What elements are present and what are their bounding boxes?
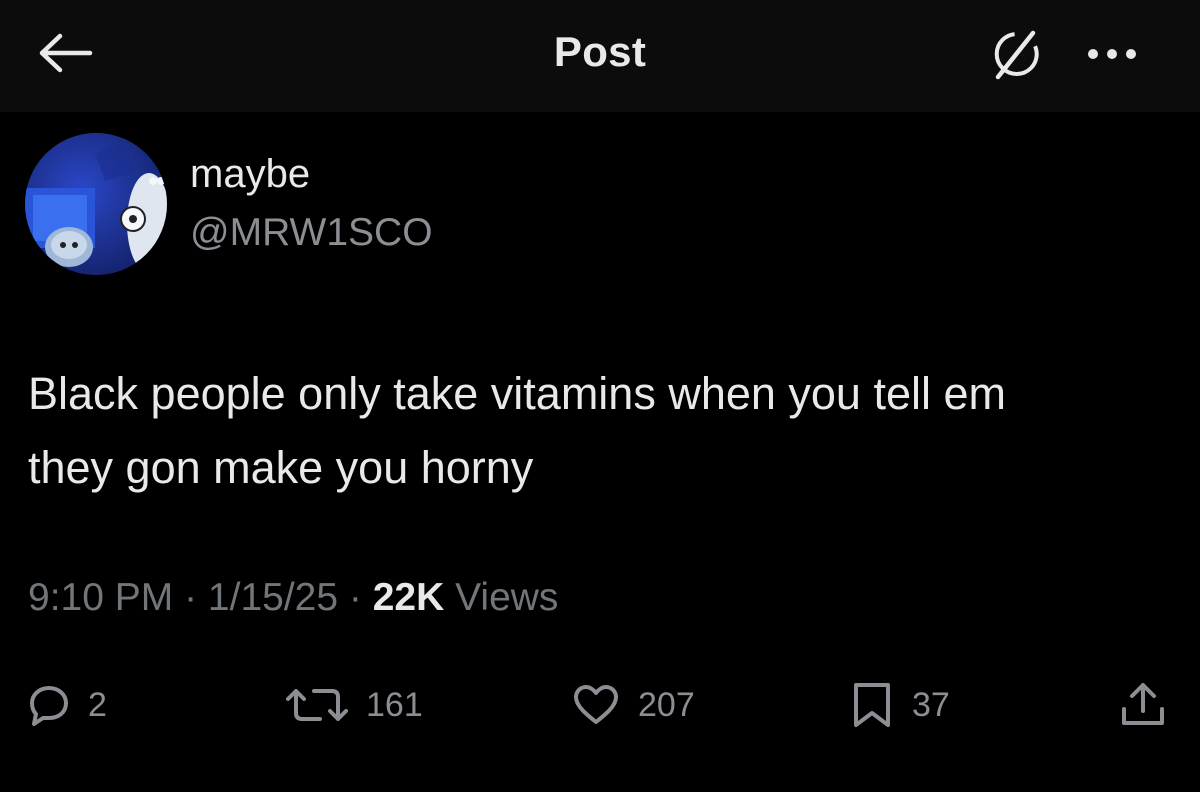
views-count[interactable]: 22K xyxy=(373,576,445,619)
reply-count: 2 xyxy=(88,685,107,724)
author-display-name[interactable]: maybe xyxy=(190,152,310,196)
post-date: 1/15/25 xyxy=(207,576,339,619)
post-text-line-1: Black people only take vitamins when you… xyxy=(28,368,1007,419)
meta-separator: · xyxy=(173,576,208,619)
heart-icon xyxy=(572,684,620,726)
bookmark-icon xyxy=(850,682,894,728)
post-time: 9:10 PM xyxy=(28,576,174,619)
meta-separator: · xyxy=(338,576,373,619)
repost-button[interactable]: 161 xyxy=(286,670,423,740)
grok-icon xyxy=(987,27,1043,83)
top-bar: Post xyxy=(0,0,1200,112)
like-count: 207 xyxy=(638,685,695,724)
avatar[interactable] xyxy=(25,133,167,275)
repost-icon xyxy=(286,685,348,725)
reply-button[interactable]: 2 xyxy=(28,670,107,740)
post-meta: 9:10 PM · 1/15/25 · 22K Views xyxy=(28,576,558,620)
post-text: Black people only take vitamins when you… xyxy=(28,357,1188,505)
more-horizontal-icon xyxy=(1086,47,1138,61)
action-bar: 2 161 207 37 xyxy=(0,670,1200,740)
repost-count: 161 xyxy=(366,685,423,724)
grok-button[interactable] xyxy=(984,24,1046,86)
views-label[interactable]: Views xyxy=(444,576,558,619)
bookmark-count: 37 xyxy=(912,685,950,724)
share-button[interactable] xyxy=(1120,670,1166,740)
post-text-line-2: they gon make you horny xyxy=(28,442,534,493)
more-button[interactable] xyxy=(1082,34,1142,74)
like-button[interactable]: 207 xyxy=(572,670,695,740)
author-handle[interactable]: @MRW1SCO xyxy=(190,211,433,255)
bookmark-button[interactable]: 37 xyxy=(850,670,950,740)
share-icon xyxy=(1120,681,1166,729)
reply-icon xyxy=(28,684,70,726)
